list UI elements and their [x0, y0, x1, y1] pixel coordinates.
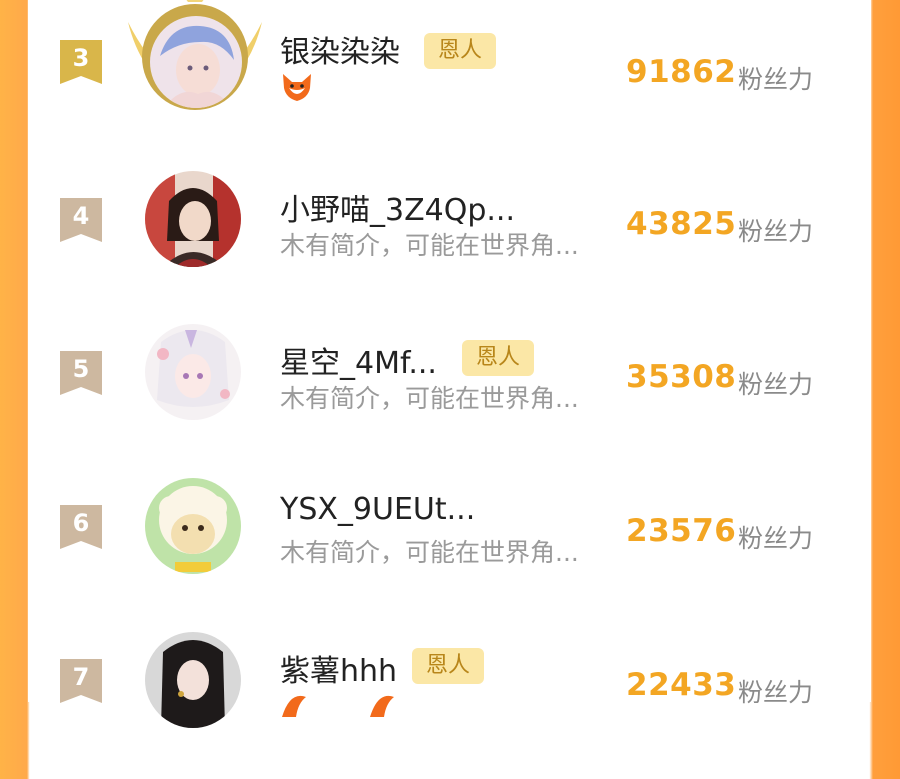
list-item[interactable]: 5 星空_4Mf... 恩人 木有简介，可能在世界角... 35308 粉丝力 [28, 321, 871, 471]
user-bio: 木有简介，可能在世界角... [280, 538, 579, 567]
fan-score-unit: 粉丝力 [738, 678, 814, 707]
rank-badge: 4 [60, 198, 102, 244]
user-name[interactable]: 紫薯hhh [280, 646, 397, 690]
status-badge: 恩人 [412, 648, 485, 684]
rank-badge: 7 [60, 659, 102, 705]
avatar[interactable] [150, 16, 242, 108]
rank-number: 4 [72, 202, 90, 230]
avatar[interactable] [145, 632, 241, 728]
fan-score-unit: 粉丝力 [738, 370, 814, 399]
fox-icon [283, 74, 311, 101]
avatar[interactable] [145, 478, 241, 574]
user-name[interactable]: 银染染染 [280, 27, 400, 71]
status-badge: 恩人 [462, 340, 535, 376]
list-item[interactable]: 3 银染染染 恩人 91862 粉丝力 [28, 0, 871, 140]
status-badge: 恩人 [424, 33, 497, 69]
rank-badge: 5 [60, 351, 102, 397]
fan-score-unit: 粉丝力 [738, 217, 814, 246]
user-name[interactable]: 小野喵_3Z4Qp... [280, 185, 515, 229]
fan-score: 35308 [626, 359, 737, 395]
list-item[interactable]: 7 紫薯hhh 恩人 22433 粉丝力 [28, 629, 871, 779]
rank-number: 6 [72, 509, 90, 537]
list-item[interactable]: 6 YSX_9UEUt... 木有简介，可能在世界角... 23576 粉丝力 [28, 475, 871, 625]
fan-score-unit: 粉丝力 [738, 524, 814, 553]
fan-score: 22433 [626, 667, 737, 703]
fox-icon [282, 695, 394, 717]
fan-ranking-list: 3 银染染染 恩人 91862 粉丝力 4 小野喵_3Z4Qp... 木有简介，… [28, 0, 871, 728]
fan-score: 43825 [626, 206, 737, 242]
user-name[interactable]: 星空_4Mf... [280, 338, 437, 382]
avatar[interactable] [145, 324, 241, 420]
fan-score: 91862 [626, 54, 737, 90]
rank-badge: 6 [60, 505, 102, 551]
avatar[interactable] [145, 171, 241, 267]
rank-number: 7 [72, 663, 90, 691]
user-bio: 木有简介，可能在世界角... [280, 231, 579, 260]
fan-score-unit: 粉丝力 [738, 65, 814, 94]
rank-badge: 3 [60, 40, 102, 86]
fan-score: 23576 [626, 513, 737, 549]
user-bio: 木有简介，可能在世界角... [280, 384, 579, 413]
list-item[interactable]: 4 小野喵_3Z4Qp... 木有简介，可能在世界角... 43825 粉丝力 [28, 168, 871, 318]
rank-number: 3 [72, 44, 90, 72]
rank-number: 5 [72, 355, 90, 383]
user-name[interactable]: YSX_9UEUt... [280, 492, 475, 527]
